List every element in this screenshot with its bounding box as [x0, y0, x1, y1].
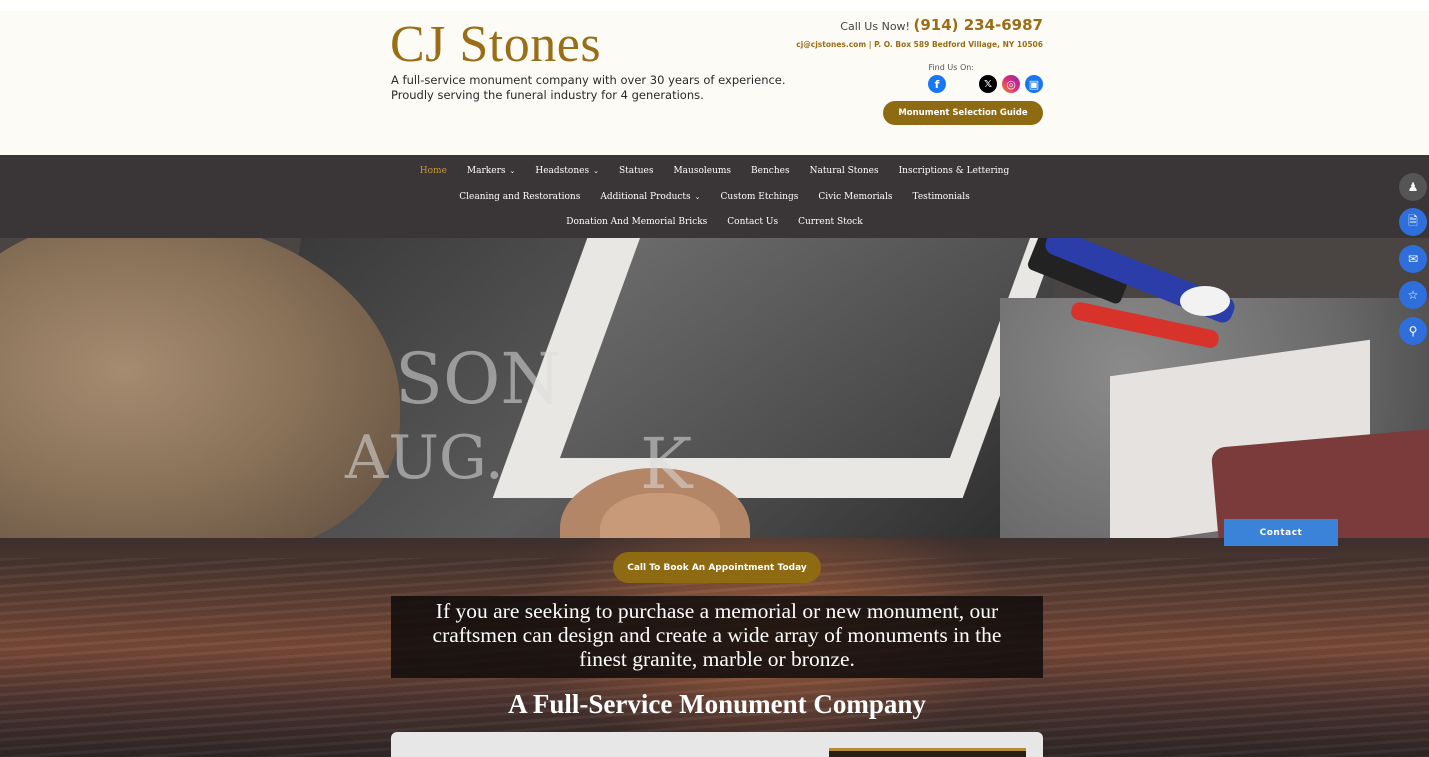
nav-item-mausoleums[interactable]: Mausoleums: [663, 165, 741, 177]
star-icon[interactable]: ☆: [1399, 281, 1427, 309]
nav-item-label: Statues: [618, 166, 654, 176]
mail-icon[interactable]: ✉: [1399, 245, 1427, 273]
quote-line-1: If you are seeking to purchase a memoria…: [435, 599, 999, 623]
nav-item-label: Inscriptions & Lettering: [898, 166, 1010, 176]
nav-item-cleaning-and-restorations[interactable]: Cleaning and Restorations: [449, 191, 590, 203]
nav-item-label: Testimonials: [912, 192, 970, 202]
nav-item-civic-memorials[interactable]: Civic Memorials: [808, 191, 902, 203]
nav-item-label: Home: [419, 166, 447, 176]
nav-item-headstones[interactable]: Headstones ⌄: [525, 165, 609, 177]
monument-guide-button[interactable]: Monument Selection Guide: [883, 101, 1043, 125]
quote-line-2: craftsmen can design and create a wide a…: [432, 623, 1002, 647]
email-address-line[interactable]: cj@cjstones.com | P. O. Box 589 Bedford …: [743, 40, 1043, 49]
tagline-line-1: A full-service monument company with ove…: [391, 73, 786, 87]
user-icon[interactable]: ♟: [1399, 173, 1427, 201]
section-title: A Full-Service Monument Company: [508, 689, 926, 719]
nav-item-label: Cleaning and Restorations: [459, 192, 581, 202]
bottle-cap: [1180, 286, 1230, 316]
nav-item-label: Mausoleums: [673, 166, 732, 176]
chevron-down-icon: ⌄: [509, 167, 516, 175]
other-social-icon[interactable]: ▣: [1025, 75, 1043, 93]
nav-item-label: Civic Memorials: [818, 192, 893, 202]
nav-item-donation-and-memorial-bricks[interactable]: Donation And Memorial Bricks: [556, 216, 717, 228]
site-logo[interactable]: CJ Stones: [390, 17, 601, 73]
nav-item-label: Additional Products: [600, 192, 691, 202]
main-nav: Home Markers ⌄ Headstones ⌄ Statues Mausoleums…: [0, 155, 1429, 238]
video-thumbnail[interactable]: [829, 748, 1026, 757]
nav-item-label: Markers: [466, 166, 506, 176]
nav-item-home[interactable]: Home: [410, 165, 457, 177]
nav-item-natural-stones[interactable]: Natural Stones: [800, 165, 889, 177]
nav-item-label: Benches: [751, 166, 790, 176]
nav-item-label: Contact Us: [727, 217, 779, 227]
nav-item-statues[interactable]: Statues: [609, 165, 664, 177]
contact-button[interactable]: Contact: [1224, 519, 1338, 546]
nav-item-contact-us[interactable]: Contact Us: [717, 216, 788, 228]
nav-row-2: Cleaning and Restorations Additional Prod…: [0, 191, 1429, 203]
nav-item-markers[interactable]: Markers ⌄: [457, 165, 525, 177]
nav-item-label: Custom Etchings: [720, 192, 799, 202]
book-appointment-button[interactable]: Call To Book An Appointment Today: [613, 552, 821, 583]
document-icon[interactable]: 🗎: [1399, 208, 1427, 236]
stone-lettering-2: AUG.: [345, 423, 504, 493]
nav-item-testimonials[interactable]: Testimonials: [903, 191, 980, 203]
chevron-down-icon: ⌄: [694, 193, 701, 201]
intro-quote: If you are seeking to purchase a memoria…: [391, 596, 1043, 678]
tagline-line-2: Proudly serving the funeral industry for…: [391, 88, 704, 102]
nav-item-current-stock[interactable]: Current Stock: [788, 216, 873, 228]
nav-item-custom-etchings[interactable]: Custom Etchings: [711, 191, 809, 203]
nav-item-label: Donation And Memorial Bricks: [566, 217, 708, 227]
nav-item-additional-products[interactable]: Additional Products ⌄: [590, 191, 710, 203]
hero-image: SON AUG. K: [0, 238, 1429, 538]
quote-line-3: finest granite, marble or bronze.: [579, 647, 855, 671]
etching-panel: [559, 238, 1031, 458]
top-strip: [0, 0, 1429, 11]
find-us-label: Find Us On:: [928, 63, 974, 72]
nav-row-3: Donation And Memorial Bricks Contact Us Cu…: [0, 216, 1429, 228]
nav-item-inscriptions-and-lettering[interactable]: Inscriptions & Lettering: [889, 165, 1020, 177]
nav-item-label: Natural Stones: [809, 166, 879, 176]
facebook-icon[interactable]: f: [928, 75, 946, 93]
x-icon[interactable]: 𝕏: [979, 75, 997, 93]
chevron-down-icon: ⌄: [593, 167, 599, 175]
call-label: Call Us Now!: [840, 20, 910, 33]
stone-lettering-3: K: [640, 423, 693, 505]
instagram-icon[interactable]: ◎: [1002, 75, 1020, 93]
page: CJ Stones A full-service monument compan…: [0, 0, 1429, 757]
header-contact: Call Us Now! (914) 234-6987 cj@cjstones.…: [743, 16, 1043, 49]
nav-item-label: Headstones: [535, 166, 590, 176]
stone-lettering-1: SON: [395, 338, 562, 420]
nav-item-benches[interactable]: Benches: [741, 165, 800, 177]
nav-row-1: Home Markers ⌄ Headstones ⌄ Statues Mausoleums…: [0, 165, 1429, 177]
call-line: Call Us Now! (914) 234-6987: [743, 16, 1043, 34]
location-icon[interactable]: ⚲: [1399, 317, 1427, 345]
phone-link[interactable]: (914) 234-6987: [913, 16, 1043, 34]
nav-item-label: Current Stock: [798, 217, 863, 227]
tagline: A full-service monument company with ove…: [391, 73, 791, 103]
